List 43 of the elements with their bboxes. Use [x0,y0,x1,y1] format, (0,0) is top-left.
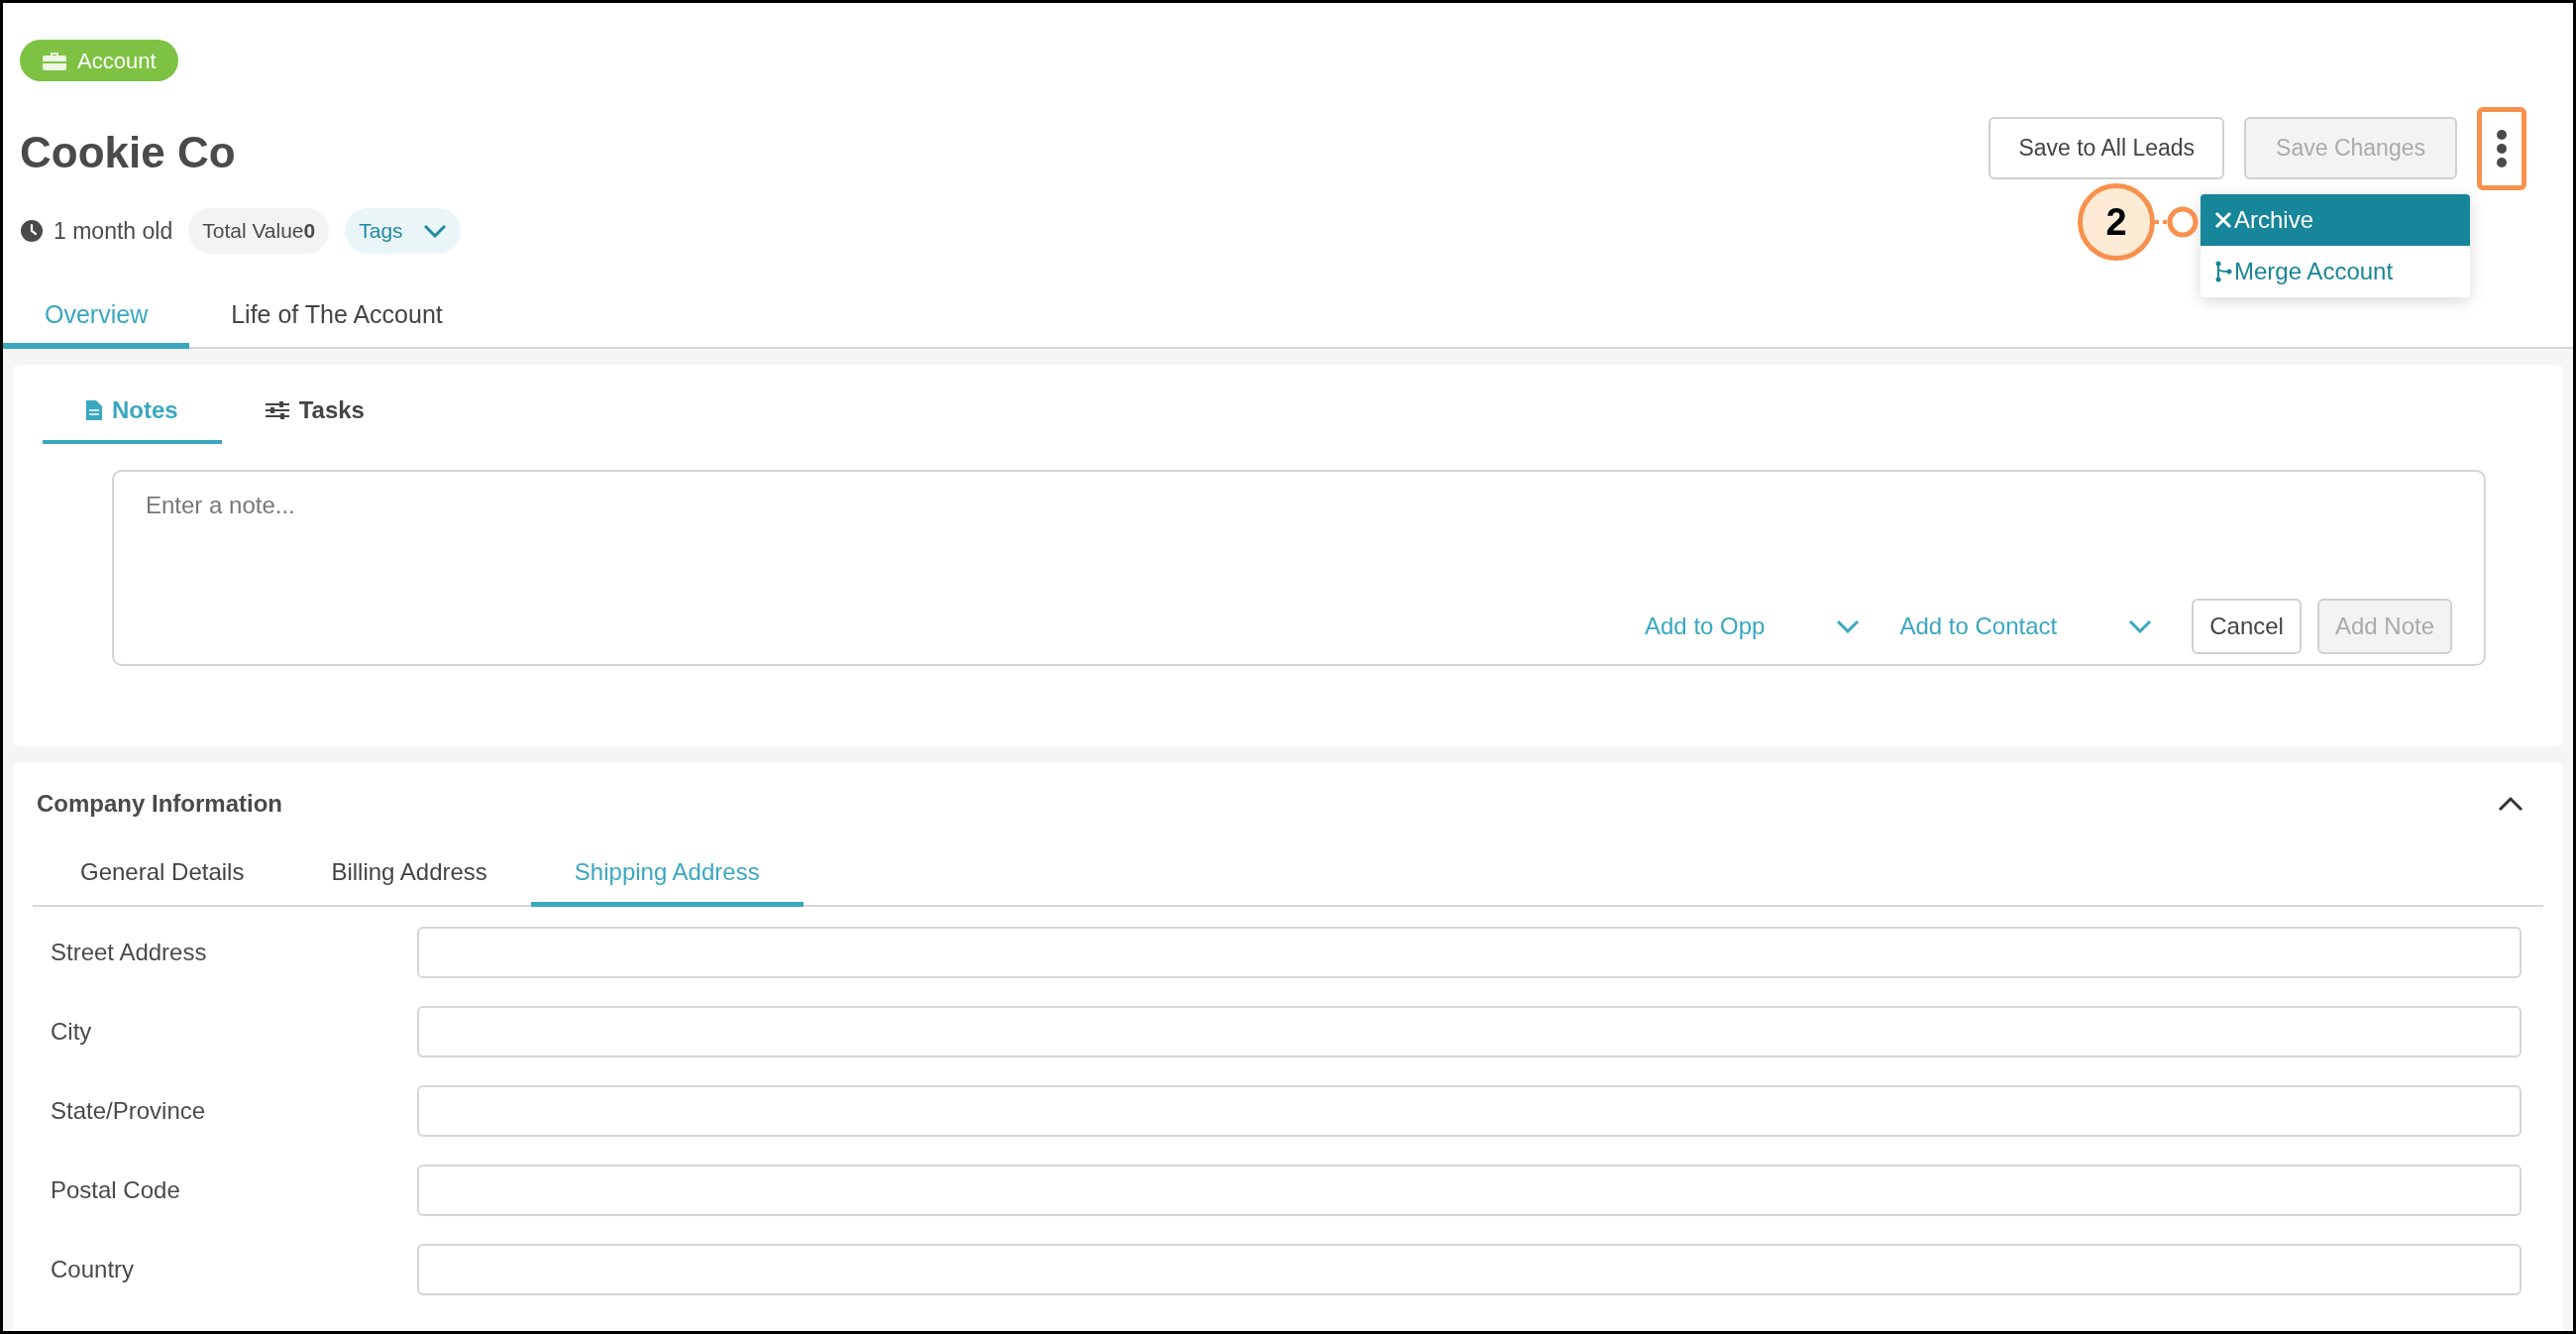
add-link-dropdown[interactable]: Add to Opp [1645,609,1861,644]
record-title: Cookie Co [20,131,236,174]
merge-icon [2214,261,2232,282]
text-input[interactable] [417,927,2522,978]
sliders-icon [265,401,289,419]
menu-item[interactable]: Archive [2200,194,2470,246]
tab[interactable]: Billing Address [287,841,531,907]
tab[interactable]: General Details [37,841,288,907]
chevron-down-icon [2128,619,2153,633]
text-input[interactable] [417,1165,2522,1216]
text-input[interactable] [417,1006,2522,1057]
field-label: Street Address [51,938,208,967]
text-input[interactable] [417,1244,2522,1295]
text-input[interactable] [417,1085,2522,1137]
leader-line [2155,205,2199,239]
document-icon [86,400,102,420]
field-label: Country [51,1255,136,1284]
field-label: City [51,1017,93,1047]
clock-icon [20,219,44,243]
note-button[interactable]: Cancel [2192,599,2302,654]
field-label: Postal Code [51,1175,181,1205]
close-icon [2214,211,2232,229]
more-options-button[interactable] [2477,107,2526,190]
record-type-badge: Account [20,40,178,81]
total-value-chip: Total Value0 [188,208,330,254]
note-input[interactable]: Enter a note... [146,488,2452,523]
chevron-down-icon [422,224,447,238]
section-title: Company Information [37,789,282,819]
step-number-callout: 2 [2078,183,2155,261]
tags-dropdown[interactable]: Tags [345,208,461,254]
action-button[interactable]: Save to All Leads [1988,117,2225,179]
briefcase-icon [42,50,67,71]
chevron-up-icon [2498,796,2523,812]
record-age: 1 month old [54,216,173,246]
add-link-dropdown[interactable]: Add to Contact [1899,609,2153,644]
tab[interactable]: Notes [43,381,222,444]
tab[interactable]: Tasks [221,381,408,444]
menu-item[interactable]: Merge Account [2200,246,2470,297]
kebab-icon [2496,129,2508,168]
chevron-down-icon [1836,619,1861,633]
field-label: State/Province [51,1096,207,1126]
tab[interactable]: Shipping Address [530,841,804,907]
tab[interactable]: Life of The Account [189,287,484,349]
